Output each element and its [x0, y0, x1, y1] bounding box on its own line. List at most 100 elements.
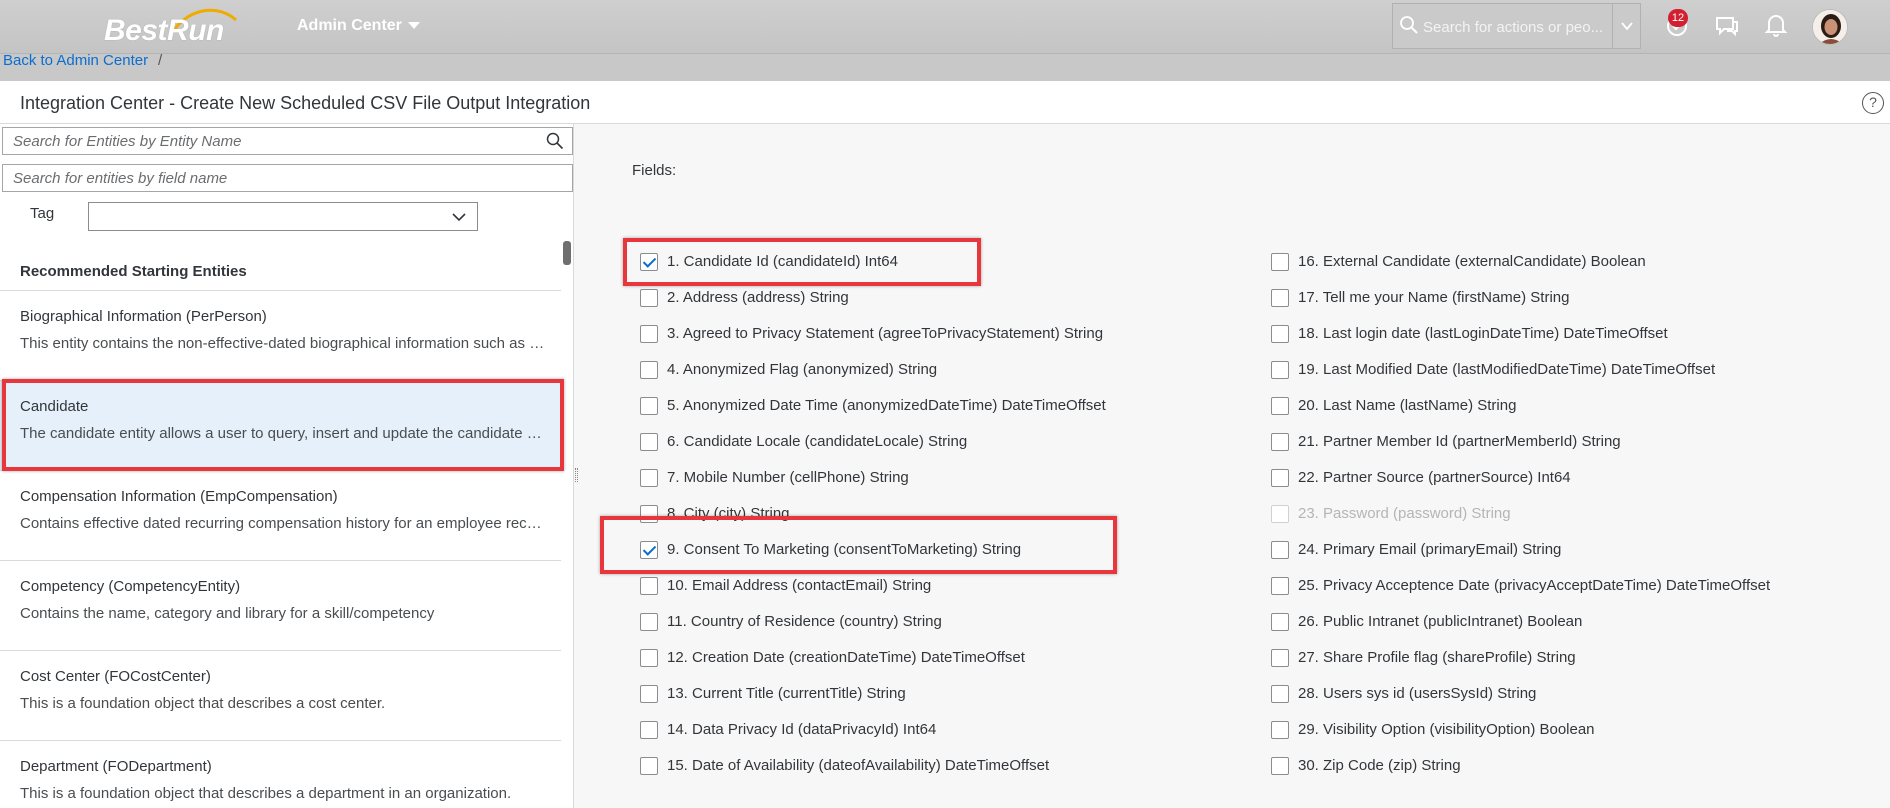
field-label: 4. Anonymized Flag (anonymized) String	[667, 361, 938, 378]
field-label: 11. Country of Residence (country) Strin…	[667, 613, 942, 630]
company-logo[interactable]: BestRun	[104, 14, 224, 48]
checkbox[interactable]	[640, 361, 658, 379]
entity-description: This entity contains the non-effective-d…	[20, 335, 545, 352]
entity-pane: Tag Recommended Starting Entities Biogra…	[0, 124, 574, 808]
bell-icon[interactable]	[1763, 12, 1789, 38]
field-label: 14. Data Privacy Id (dataPrivacyId) Int6…	[667, 721, 937, 738]
checkbox[interactable]	[1271, 721, 1289, 739]
entity-description: This is a foundation object that describ…	[20, 695, 386, 712]
entity-name: Department (FODepartment)	[20, 758, 212, 775]
search-icon[interactable]	[546, 132, 564, 150]
checkbox[interactable]	[1271, 325, 1289, 343]
checkbox[interactable]	[1271, 253, 1289, 271]
field-name-search-input[interactable]	[3, 165, 572, 191]
checkbox[interactable]	[1271, 397, 1289, 415]
tag-label: Tag	[30, 205, 55, 222]
search-icon	[1400, 16, 1418, 34]
checkbox[interactable]	[640, 469, 658, 487]
field-label: 19. Last Modified Date (lastModifiedDate…	[1298, 361, 1716, 378]
shell-search[interactable]	[1392, 3, 1641, 49]
entity-name: Cost Center (FOCostCenter)	[20, 668, 211, 685]
shell-search-input[interactable]	[1423, 16, 1613, 38]
entity-name: Biographical Information (PerPerson)	[20, 308, 267, 325]
entity-name-search[interactable]	[2, 127, 573, 155]
checkbox[interactable]	[640, 613, 658, 631]
entity-description: The candidate entity allows a user to qu…	[20, 425, 545, 442]
notification-count-badge: 12	[1668, 9, 1688, 27]
entity-name: Candidate	[20, 398, 89, 415]
entity-name: Compensation Information (EmpCompensatio…	[20, 488, 338, 505]
field-label: 3. Agreed to Privacy Statement (agreeToP…	[667, 325, 1104, 342]
checkbox[interactable]	[1271, 577, 1289, 595]
admin-center-label: Admin Center	[297, 17, 402, 34]
entity-list-header-label: Recommended Starting Entities	[20, 263, 247, 280]
entity-description: Contains effective dated recurring compe…	[20, 515, 545, 532]
field-label: 20. Last Name (lastName) String	[1298, 397, 1517, 414]
entity-list: Recommended Starting Entities Biographic…	[0, 243, 561, 808]
entity-description: This is a foundation object that describ…	[20, 785, 512, 802]
page-title: Integration Center - Create New Schedule…	[20, 93, 591, 113]
fields-label: Fields:	[632, 162, 677, 179]
field-name-search[interactable]	[2, 164, 573, 192]
checkbox[interactable]	[1271, 757, 1289, 775]
admin-center-menu[interactable]: Admin Center	[297, 17, 420, 35]
entity-item-empcompensation[interactable]: Compensation Information (EmpCompensatio…	[0, 471, 561, 561]
entity-item-department[interactable]: Department (FODepartment) This is a foun…	[0, 741, 561, 808]
field-label: 28. Users sys id (usersSysId) String	[1298, 685, 1537, 702]
field-label: 27. Share Profile flag (shareProfile) St…	[1298, 649, 1576, 666]
search-scope-dropdown[interactable]	[1612, 4, 1640, 48]
field-label: 8. City (city) String	[667, 505, 790, 522]
checkbox[interactable]	[1271, 649, 1289, 667]
entity-item-cost-center[interactable]: Cost Center (FOCostCenter) This is a fou…	[0, 651, 561, 741]
field-label: 16. External Candidate (externalCandidat…	[1298, 253, 1646, 270]
checkbox[interactable]	[1271, 433, 1289, 451]
checkbox-checked[interactable]	[640, 253, 658, 271]
scrollbar-thumb[interactable]	[563, 241, 571, 265]
chevron-down-icon	[1621, 22, 1633, 31]
checkbox[interactable]	[640, 289, 658, 307]
tag-select[interactable]	[88, 202, 478, 231]
field-label: 29. Visibility Option (visibilityOption)…	[1298, 721, 1595, 738]
breadcrumb-separator: /	[158, 52, 163, 69]
checkbox[interactable]	[640, 721, 658, 739]
field-label: 5. Anonymized Date Time (anonymizedDateT…	[667, 397, 1106, 414]
breadcrumb-bar	[0, 54, 1890, 81]
checkbox[interactable]	[640, 577, 658, 595]
field-label: 7. Mobile Number (cellPhone) String	[667, 469, 909, 486]
checkbox[interactable]	[1271, 685, 1289, 703]
user-photo-icon	[1813, 10, 1847, 44]
checkbox-checked[interactable]	[640, 541, 658, 559]
entity-item-competency[interactable]: Competency (CompetencyEntity) Contains t…	[0, 561, 561, 651]
user-avatar[interactable]	[1812, 9, 1848, 45]
field-label: 30. Zip Code (zip) String	[1298, 757, 1461, 774]
chat-icon[interactable]	[1714, 12, 1740, 38]
entity-item-candidate[interactable]: Candidate The candidate entity allows a …	[0, 381, 561, 471]
checkbox[interactable]	[1271, 541, 1289, 559]
help-icon[interactable]: ?	[1862, 92, 1884, 114]
checkbox[interactable]	[640, 325, 658, 343]
field-label: 6. Candidate Locale (candidateLocale) St…	[667, 433, 968, 450]
entity-list-header: Recommended Starting Entities	[0, 243, 561, 291]
field-label: 10. Email Address (contactEmail) String	[667, 577, 932, 594]
caret-down-icon	[407, 22, 420, 30]
chevron-down-icon	[452, 213, 466, 222]
checkbox[interactable]	[1271, 289, 1289, 307]
pane-splitter-handle[interactable]	[575, 468, 578, 482]
checkbox[interactable]	[1271, 469, 1289, 487]
checkbox[interactable]	[640, 685, 658, 703]
checkbox[interactable]	[640, 649, 658, 667]
checkbox[interactable]	[640, 757, 658, 775]
entity-list-scrollbar[interactable]	[563, 241, 573, 808]
field-label: 17. Tell me your Name (firstName) String	[1298, 289, 1570, 306]
entity-item-perperson[interactable]: Biographical Information (PerPerson) Thi…	[0, 291, 561, 381]
field-label: 26. Public Intranet (publicIntranet) Boo…	[1298, 613, 1583, 630]
checkbox[interactable]	[640, 433, 658, 451]
checkbox[interactable]	[640, 397, 658, 415]
back-to-admin-center-link[interactable]: Back to Admin Center	[3, 52, 148, 69]
checkbox[interactable]	[1271, 361, 1289, 379]
checkbox	[1271, 505, 1289, 523]
field-label: 2. Address (address) String	[667, 289, 849, 306]
entity-name-search-input[interactable]	[3, 128, 572, 154]
checkbox[interactable]	[640, 505, 658, 523]
checkbox[interactable]	[1271, 613, 1289, 631]
